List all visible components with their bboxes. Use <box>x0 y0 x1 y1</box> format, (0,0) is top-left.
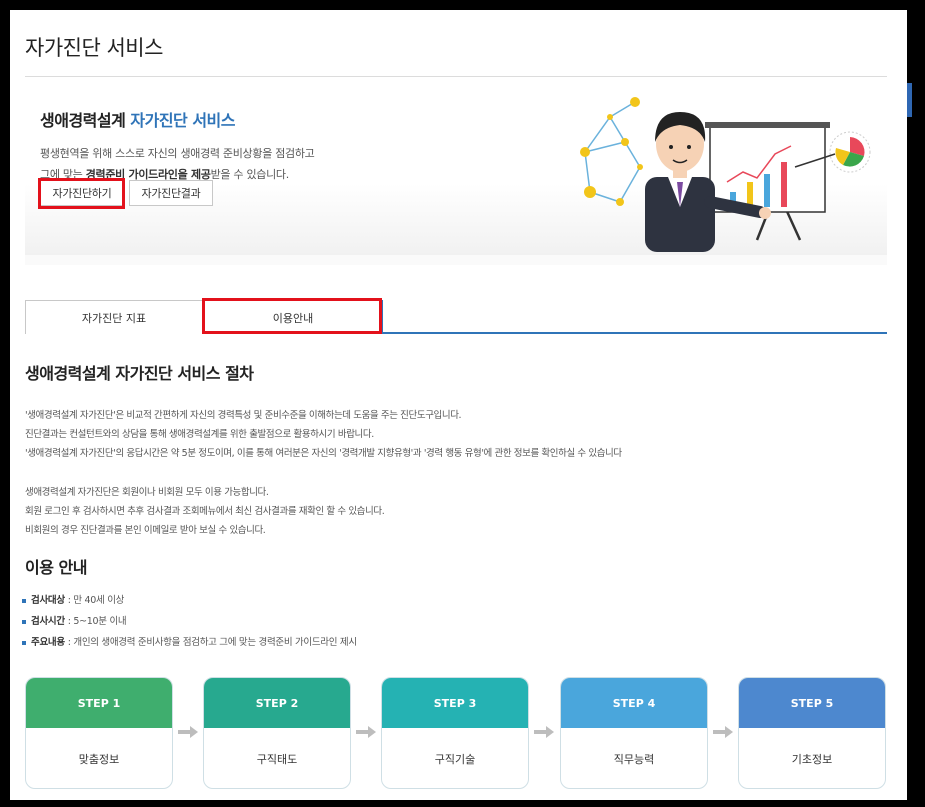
arrow-right-icon <box>713 726 733 738</box>
highlight-box-tab <box>202 298 382 334</box>
tab-diagnosis-index[interactable]: 자가진단 지표 <box>25 300 203 334</box>
consultant-illustration <box>580 97 871 252</box>
tab-bar: 자가진단 지표 이용안내 <box>25 300 887 334</box>
guide-list: 검사대상 : 만 40세 이상 검사시간 : 5~10분 이내 주요내용 : 개… <box>22 590 357 653</box>
guide-item-label: 검사대상 <box>31 595 65 606</box>
step-flow: STEP 1 맞춤정보 STEP 2 구직태도 STEP 3 구직기술 STEP… <box>25 677 887 789</box>
procedure-heading: 생애경력설계 자가진단 서비스 절차 <box>25 364 254 383</box>
page-title: 자가진단 서비스 <box>25 36 163 60</box>
step-header: STEP 5 <box>739 678 885 728</box>
bullet-icon <box>22 619 26 624</box>
arrow-right-icon <box>178 726 198 738</box>
procedure-p2: 진단결과는 컨설턴트와의 상담을 통해 생애경력설계를 위한 출발점으로 활용하… <box>25 429 374 440</box>
diagnosis-result-button[interactable]: 자가진단결과 <box>129 180 213 206</box>
bullet-icon <box>22 640 26 645</box>
step-name: 구직태도 <box>256 753 298 766</box>
page-frame: 자가진단 서비스 생애경력설계 자가진단 서비스 평생현역을 위해 스스로 자신… <box>10 10 907 800</box>
hero-desc-line1: 평생현역을 위해 스스로 자신의 생애경력 준비상황을 점검하고 <box>40 147 315 160</box>
step-card-2: STEP 2 구직태도 <box>203 677 351 789</box>
guide-item: 검사대상 : 만 40세 이상 <box>22 590 357 611</box>
hero-desc-post: 받을 수 있습니다. <box>210 168 290 181</box>
bullet-icon <box>22 598 26 603</box>
step-card-5: STEP 5 기초정보 <box>738 677 886 789</box>
step-header: STEP 1 <box>26 678 172 728</box>
procedure-p4: 생애경력설계 자가진단은 회원이나 비회원 모두 이용 가능합니다. <box>25 487 269 498</box>
hero-title-main: 생애경력설계 <box>40 111 131 130</box>
arrow-right-icon <box>356 726 376 738</box>
step-name: 직무능력 <box>613 753 655 766</box>
step-header: STEP 3 <box>382 678 528 728</box>
procedure-text-block-1: '생애경력설계 자가진단'은 비교적 간편하게 자신의 경력특성 및 준비수준을… <box>25 406 622 463</box>
guide-item-value: : 개인의 생애경력 준비사항을 점검하고 그에 맞는 경력준비 가이드라인 제… <box>67 637 357 648</box>
step-name: 구직기술 <box>434 753 476 766</box>
step-card-4: STEP 4 직무능력 <box>560 677 708 789</box>
pie-chart-icon <box>829 131 871 173</box>
highlight-box-diagnose <box>38 178 125 209</box>
hero-bottom-band <box>25 255 887 265</box>
hero-title: 생애경력설계 자가진단 서비스 <box>40 107 236 131</box>
hero-title-accent: 자가진단 서비스 <box>130 111 236 130</box>
procedure-p3: '생애경력설계 자가진단'의 응답시간은 약 5분 정도이며, 이를 통해 여러… <box>25 448 622 459</box>
procedure-text-block-2: 생애경력설계 자가진단은 회원이나 비회원 모두 이용 가능합니다. 회원 로그… <box>25 483 385 540</box>
step-name: 기초정보 <box>791 753 833 766</box>
guide-item-label: 검사시간 <box>31 616 65 627</box>
step-name: 맞춤정보 <box>78 753 120 766</box>
step-card-1: STEP 1 맞춤정보 <box>25 677 173 789</box>
guide-item-label: 주요내용 <box>31 637 65 648</box>
scrollbar-indicator <box>907 83 912 117</box>
procedure-p6: 비회원의 경우 진단결과를 본인 이메일로 받아 보실 수 있습니다. <box>25 525 266 536</box>
step-header: STEP 2 <box>204 678 350 728</box>
guide-item-value: : 만 40세 이상 <box>67 595 125 606</box>
hero-banner: 생애경력설계 자가진단 서비스 평생현역을 위해 스스로 자신의 생애경력 준비… <box>25 77 887 255</box>
step-card-3: STEP 3 구직기술 <box>381 677 529 789</box>
guide-item-value: : 5~10분 이내 <box>67 616 127 627</box>
arrow-right-icon <box>534 726 554 738</box>
step-header: STEP 4 <box>561 678 707 728</box>
procedure-p5: 회원 로그인 후 검사하시면 추후 검사결과 조회메뉴에서 최신 검사결과를 재… <box>25 506 385 517</box>
guide-item: 검사시간 : 5~10분 이내 <box>22 611 357 632</box>
guide-item: 주요내용 : 개인의 생애경력 준비사항을 점검하고 그에 맞는 경력준비 가이… <box>22 632 357 653</box>
guide-heading: 이용 안내 <box>25 558 87 577</box>
procedure-p1: '생애경력설계 자가진단'은 비교적 간편하게 자신의 경력특성 및 준비수준을… <box>25 410 462 421</box>
